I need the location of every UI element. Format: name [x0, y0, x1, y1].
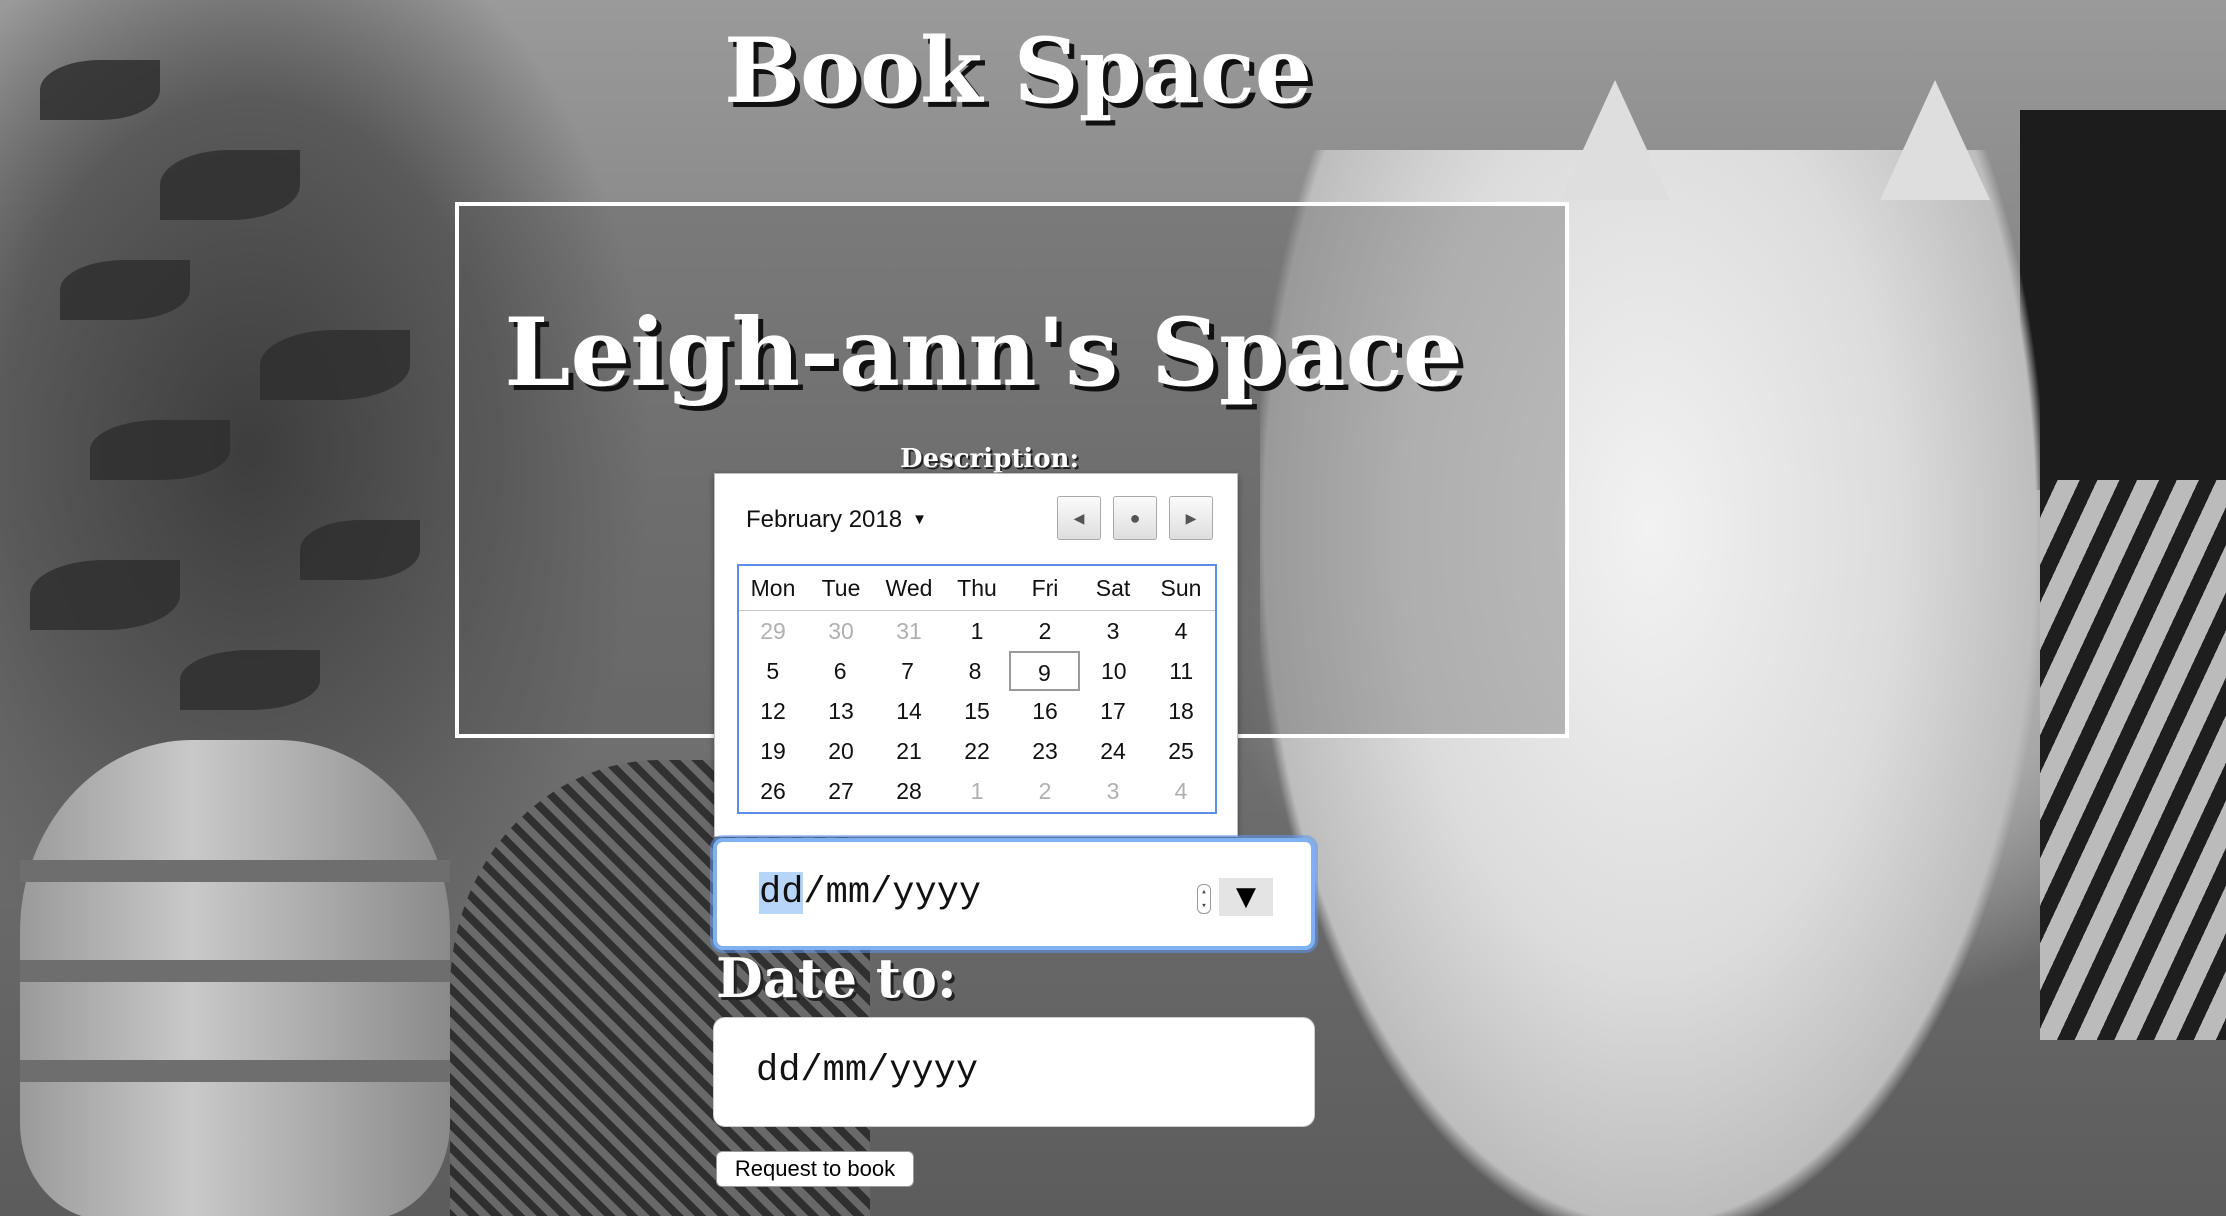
- calendar-day[interactable]: 5: [739, 651, 806, 691]
- caret-down-icon: ▼: [912, 511, 927, 528]
- calendar-day[interactable]: 20: [807, 731, 875, 771]
- calendar-day[interactable]: 6: [806, 651, 873, 691]
- weekday-header: Mon Tue Wed Thu Fri Sat Sun: [739, 566, 1215, 611]
- date-to-label: Date to:: [716, 946, 957, 1010]
- calendar-day[interactable]: 29: [739, 611, 807, 651]
- page-title: Book Space: [723, 18, 1313, 124]
- calendar-day[interactable]: 3: [1079, 611, 1147, 651]
- date-to-input[interactable]: dd/mm/yyyy: [713, 1017, 1315, 1127]
- date-picker-popup: February 2018 ▼ ◀ ● ▶ Mon Tue Wed Thu Fri…: [714, 473, 1238, 837]
- weekday-label: Mon: [750, 575, 796, 601]
- calendar-week: 26 27 28 1 2 3 4: [739, 771, 1215, 811]
- spinner-icon[interactable]: ▴ ▾: [1197, 884, 1211, 914]
- previous-month-button[interactable]: ◀: [1057, 496, 1101, 540]
- next-month-button[interactable]: ▶: [1169, 496, 1213, 540]
- calendar-day[interactable]: 18: [1147, 691, 1215, 731]
- month-year-label: February 2018: [746, 506, 903, 533]
- striped-blanket: [2040, 480, 2226, 1040]
- triangle-right-icon: ▶: [1185, 509, 1197, 526]
- calendar-grid: Mon Tue Wed Thu Fri Sat Sun 29 30 31 1 2…: [737, 564, 1217, 814]
- calendar-day[interactable]: 31: [875, 611, 943, 651]
- calendar-day[interactable]: 12: [739, 691, 807, 731]
- dropdown-arrow-button[interactable]: ▼: [1219, 878, 1273, 916]
- calendar-day[interactable]: 15: [943, 691, 1011, 731]
- calendar-day[interactable]: 11: [1148, 651, 1215, 691]
- calendar-day[interactable]: 4: [1147, 611, 1215, 651]
- calendar-day[interactable]: 28: [875, 771, 943, 811]
- weekday-label: Thu: [957, 575, 997, 601]
- calendar-week: 29 30 31 1 2 3 4: [739, 611, 1215, 651]
- calendar-day[interactable]: 13: [807, 691, 875, 731]
- calendar-day[interactable]: 8: [941, 651, 1008, 691]
- month-segment[interactable]: mm: [826, 872, 870, 914]
- date-from-input[interactable]: dd/mm/yyyy ▴ ▾ ▼: [713, 838, 1315, 950]
- calendar-day[interactable]: 17: [1079, 691, 1147, 731]
- dot-icon: ●: [1129, 507, 1141, 528]
- calendar-day[interactable]: 1: [943, 771, 1011, 811]
- calendar-day[interactable]: 21: [875, 731, 943, 771]
- today-button[interactable]: ●: [1113, 496, 1157, 540]
- weekday-label: Sun: [1160, 575, 1202, 601]
- calendar-day[interactable]: 23: [1011, 731, 1079, 771]
- cushion-shape: [2020, 110, 2226, 490]
- date-segments: dd/mm/yyyy: [759, 872, 981, 914]
- calendar-week: 19 20 21 22 23 24 25: [739, 731, 1215, 771]
- date-separator: /: [870, 872, 893, 914]
- calendar-day[interactable]: 2: [1011, 771, 1079, 811]
- weekday-label: Wed: [885, 575, 933, 601]
- calendar-day-today[interactable]: 9: [1008, 651, 1081, 691]
- calendar-day[interactable]: 25: [1147, 731, 1215, 771]
- calendar-day[interactable]: 14: [875, 691, 943, 731]
- year-segment[interactable]: yyyy: [892, 872, 981, 914]
- request-to-book-button[interactable]: Request to book: [716, 1151, 914, 1187]
- weekday-label: Sat: [1095, 575, 1131, 601]
- calendar-day[interactable]: 22: [943, 731, 1011, 771]
- calendar-day[interactable]: 1: [943, 611, 1011, 651]
- weekday-label: Tue: [821, 575, 861, 601]
- calendar-day[interactable]: 19: [739, 731, 807, 771]
- space-name: Leigh-ann's Space: [504, 298, 1463, 408]
- date-separator: /: [803, 872, 826, 914]
- calendar-day[interactable]: 30: [807, 611, 875, 651]
- month-year-selector[interactable]: February 2018 ▼: [746, 506, 927, 534]
- calendar-day[interactable]: 7: [874, 651, 941, 691]
- calendar-day[interactable]: 3: [1079, 771, 1147, 811]
- date-to-placeholder: dd/mm/yyyy: [756, 1050, 979, 1092]
- description-label: Description:: [900, 444, 1080, 474]
- weekday-label: Fri: [1031, 575, 1059, 601]
- calendar-day[interactable]: 24: [1079, 731, 1147, 771]
- calendar-day[interactable]: 26: [739, 771, 807, 811]
- calendar-week: 12 13 14 15 16 17 18: [739, 691, 1215, 731]
- calendar-day[interactable]: 2: [1011, 611, 1079, 651]
- triangle-left-icon: ◀: [1073, 509, 1085, 526]
- calendar-day[interactable]: 10: [1080, 651, 1147, 691]
- day-segment[interactable]: dd: [759, 872, 804, 914]
- calendar-day[interactable]: 16: [1011, 691, 1079, 731]
- calendar-week: 5 6 7 8 9 10 11: [739, 651, 1215, 691]
- calendar-day[interactable]: 27: [807, 771, 875, 811]
- calendar-day[interactable]: 4: [1147, 771, 1215, 811]
